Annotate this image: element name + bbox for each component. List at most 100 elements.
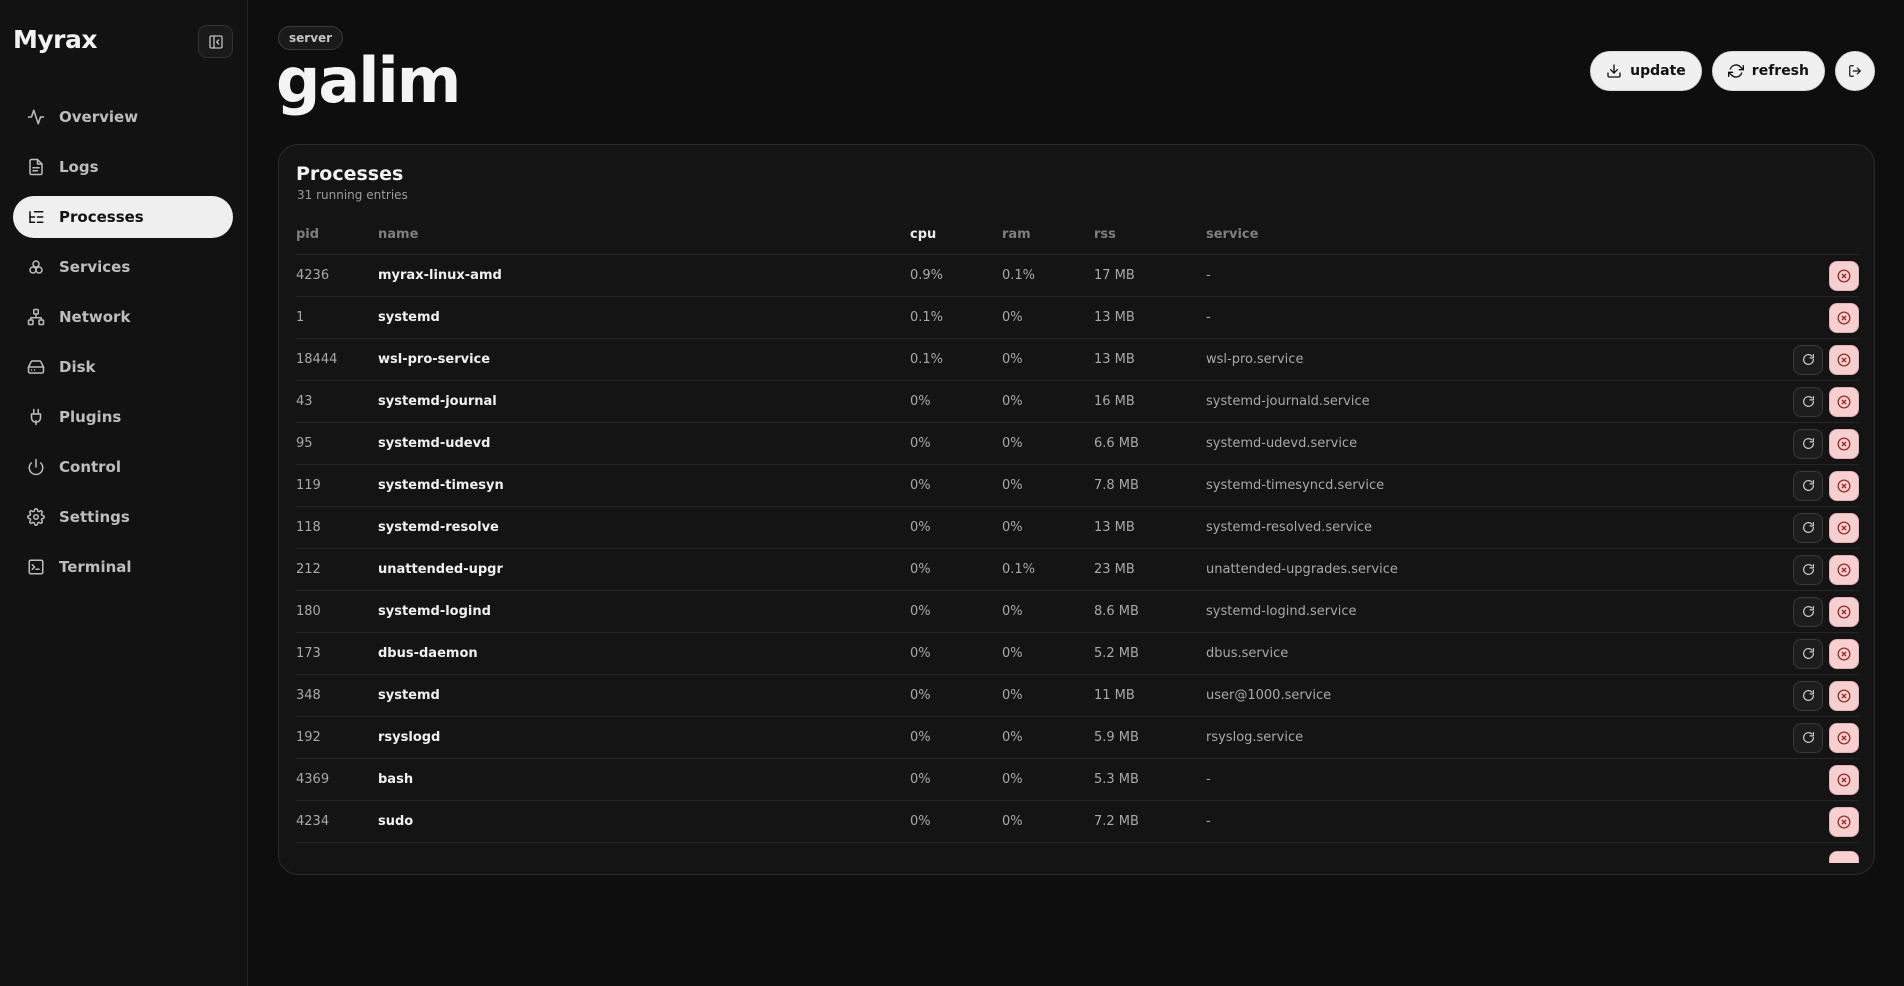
- kill-process-button[interactable]: [1829, 512, 1859, 543]
- page-title: galim: [276, 44, 461, 117]
- restart-service-button[interactable]: [1793, 470, 1823, 501]
- gear-icon: [27, 508, 45, 526]
- table-row[interactable]: 95 systemd-udevd 0% 0% 6.6 MB systemd-udevd.s…: [296, 423, 1859, 465]
- process-pid: 4236: [296, 268, 330, 283]
- column-header-rss[interactable]: rss: [1094, 227, 1206, 242]
- sidebar-item-processes[interactable]: Processes: [13, 196, 233, 238]
- process-name: sudo: [378, 814, 414, 829]
- restart-icon: [1802, 479, 1815, 492]
- table-row[interactable]: 212 unattended-upgr 0% 0.1% 23 MB unattended-…: [296, 549, 1859, 591]
- sidebar-item-plugins[interactable]: Plugins: [13, 396, 233, 438]
- sidebar-item-settings[interactable]: Settings: [13, 496, 233, 538]
- table-row[interactable]: 118 systemd-resolve 0% 0% 13 MB systemd-resol…: [296, 507, 1859, 549]
- process-pid: 212: [296, 562, 321, 577]
- process-cpu: 0%: [910, 730, 931, 745]
- process-ram: 0%: [1002, 520, 1023, 535]
- sidebar-item-services[interactable]: Services: [13, 246, 233, 288]
- kill-process-button[interactable]: [1829, 554, 1859, 585]
- kill-icon: [1837, 311, 1851, 325]
- process-pid: 1: [296, 310, 305, 325]
- kill-process-button[interactable]: [1829, 386, 1859, 417]
- restart-service-button[interactable]: [1793, 386, 1823, 417]
- table-row[interactable]: 18444 wsl-pro-service 0.1% 0% 13 MB wsl-pro.s…: [296, 339, 1859, 381]
- kill-process-button[interactable]: [1829, 344, 1859, 375]
- kill-process-button[interactable]: [1829, 428, 1859, 459]
- kill-icon: [1837, 731, 1851, 745]
- table-row[interactable]: 119 systemd-timesyn 0% 0% 7.8 MB systemd-time…: [296, 465, 1859, 507]
- kill-icon: [1837, 689, 1851, 703]
- process-name: systemd-timesyn: [378, 478, 504, 493]
- sidebar-collapse-button[interactable]: [198, 25, 233, 58]
- restart-service-button[interactable]: [1793, 344, 1823, 375]
- restart-service-button[interactable]: [1793, 722, 1823, 753]
- process-service: systemd-logind.service: [1206, 604, 1357, 619]
- process-rss: 7.8 MB: [1094, 478, 1139, 493]
- process-name: unattended-upgr: [378, 562, 503, 577]
- processes-card: Processes 31 running entries pid name cp…: [278, 144, 1875, 875]
- sidebar: Myrax Overview Logs Processes Services Netwo…: [0, 0, 248, 986]
- process-service: systemd-resolved.service: [1206, 520, 1372, 535]
- process-cpu: 0%: [910, 478, 931, 493]
- sidebar-item-overview[interactable]: Overview: [13, 96, 233, 138]
- kill-process-button[interactable]: [1829, 302, 1859, 333]
- process-name: myrax-linux-amd: [378, 268, 502, 283]
- restart-service-button[interactable]: [1793, 428, 1823, 459]
- row-actions: [1739, 764, 1859, 795]
- logout-button[interactable]: [1835, 51, 1875, 91]
- processes-table: pid name cpu ram rss service 4236 myrax-l…: [296, 215, 1859, 863]
- table-row[interactable]: 348 systemd 0% 0% 11 MB user@1000.service: [296, 675, 1859, 717]
- column-header-ram[interactable]: ram: [1002, 227, 1094, 242]
- column-header-cpu[interactable]: cpu: [910, 227, 1002, 242]
- process-cpu: 0%: [910, 520, 931, 535]
- column-header-name[interactable]: name: [378, 227, 910, 242]
- column-header-pid[interactable]: pid: [296, 227, 378, 242]
- process-rss: 5.2 MB: [1094, 646, 1139, 661]
- column-header-service[interactable]: service: [1206, 227, 1739, 242]
- process-service: user@1000.service: [1206, 688, 1332, 703]
- app-logo[interactable]: Myrax: [13, 25, 98, 54]
- kill-process-button[interactable]: [1829, 806, 1859, 837]
- kill-process-button[interactable]: [1829, 638, 1859, 669]
- kill-icon: [1837, 479, 1851, 493]
- kill-process-button[interactable]: [1829, 596, 1859, 627]
- sidebar-item-control[interactable]: Control: [13, 446, 233, 488]
- table-row[interactable]: 43 systemd-journal 0% 0% 16 MB systemd-journa…: [296, 381, 1859, 423]
- process-cpu: 0%: [910, 814, 931, 829]
- sidebar-item-network[interactable]: Network: [13, 296, 233, 338]
- sidebar-item-terminal[interactable]: Terminal: [13, 546, 233, 588]
- sidebar-item-label: Control: [59, 458, 122, 476]
- kill-icon: [1837, 605, 1851, 619]
- kill-process-button[interactable]: [1829, 470, 1859, 501]
- restart-service-button[interactable]: [1793, 596, 1823, 627]
- kill-process-button[interactable]: [1829, 680, 1859, 711]
- process-name: systemd-udevd: [378, 436, 491, 451]
- table-body: 4236 myrax-linux-amd 0.9% 0.1% 17 MB - 1 system…: [296, 255, 1859, 863]
- kill-process-button[interactable]: [1829, 722, 1859, 753]
- restart-service-button[interactable]: [1793, 680, 1823, 711]
- sidebar-item-logs[interactable]: Logs: [13, 146, 233, 188]
- sidebar-item-disk[interactable]: Disk: [13, 346, 233, 388]
- update-button[interactable]: update: [1590, 51, 1702, 91]
- table-row[interactable]: 180 systemd-logind 0% 0% 8.6 MB systemd-login…: [296, 591, 1859, 633]
- restart-service-button[interactable]: [1793, 554, 1823, 585]
- network-icon: [27, 308, 45, 326]
- process-ram: 0%: [1002, 688, 1023, 703]
- refresh-button[interactable]: refresh: [1711, 51, 1825, 91]
- table-row[interactable]: 4236 myrax-linux-amd 0.9% 0.1% 17 MB -: [296, 255, 1859, 297]
- sidebar-item-label: Plugins: [59, 408, 122, 426]
- restart-service-button[interactable]: [1793, 638, 1823, 669]
- kill-process-button[interactable]: [1829, 851, 1859, 863]
- process-service: wsl-pro.service: [1206, 352, 1304, 367]
- restart-service-button[interactable]: [1793, 512, 1823, 543]
- table-row[interactable]: 1 systemd 0.1% 0% 13 MB -: [296, 297, 1859, 339]
- process-ram: 0%: [1002, 310, 1023, 325]
- process-rss: 13 MB: [1094, 352, 1135, 367]
- sidebar-item-label: Disk: [59, 358, 96, 376]
- table-row[interactable]: 173 dbus-daemon 0% 0% 5.2 MB dbus.service: [296, 633, 1859, 675]
- kill-process-button[interactable]: [1829, 764, 1859, 795]
- table-row[interactable]: 4369 bash 0% 0% 5.3 MB -: [296, 759, 1859, 801]
- process-service: rsyslog.service: [1206, 730, 1304, 745]
- table-row[interactable]: 192 rsyslogd 0% 0% 5.9 MB rsyslog.service: [296, 717, 1859, 759]
- table-row[interactable]: 4234 sudo 0% 0% 7.2 MB -: [296, 801, 1859, 843]
- kill-process-button[interactable]: [1829, 260, 1859, 291]
